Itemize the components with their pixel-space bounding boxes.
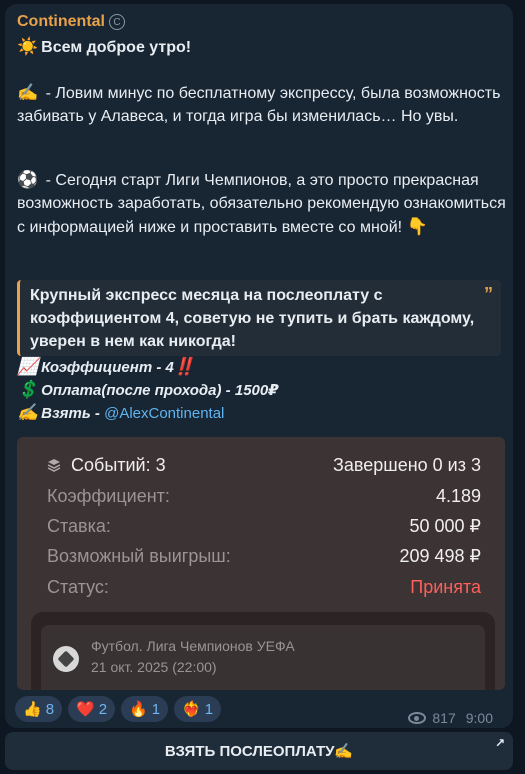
thumbs-up-icon: 👍: [23, 701, 42, 718]
coef-line-text: Коэффициент - 4: [41, 359, 174, 376]
paragraph-2-text: - Сегодня старт Лиги Чемпионов, а это пр…: [17, 172, 506, 236]
take-dash: -: [90, 405, 105, 422]
coef-value: 4.189: [435, 486, 481, 506]
win-label: Возможный выигрыш:: [47, 546, 231, 566]
quote-block: Крупный экспресс месяца на послеоплату с…: [17, 280, 501, 356]
quote-text: Крупный экспресс месяца на послеоплату с…: [30, 287, 475, 350]
message-meta: 817 9:00: [408, 710, 493, 726]
take-line: ✍️ Взять - @AlexContinental: [17, 402, 224, 425]
completed-count: Завершено 0 из 3: [333, 455, 481, 475]
paragraph-1: ✍️ - Ловим минус по бесплатному экспресс…: [17, 81, 507, 128]
external-link-arrow-icon: ↗: [494, 736, 505, 750]
take-postpay-label: ВЗЯТЬ ПОСЛЕОПЛАТУ✍️: [164, 743, 354, 760]
greeting-line: ☀️ Всем доброе утро!: [17, 35, 507, 59]
bet-card[interactable]: Событий: 3 Завершено 0 из 3 Коэффициент:…: [17, 437, 505, 690]
copyright-icon: C: [109, 14, 125, 30]
sun-icon: ☀️: [17, 37, 39, 56]
coef-row: Коэффициент: 4.189: [47, 486, 481, 507]
channel-header: Continental C: [17, 13, 125, 31]
status-row: Статус: Принята: [47, 577, 481, 598]
fire-icon: 🔥: [129, 701, 148, 718]
paragraph-1-text: - Ловим минус по бесплатному экспрессу, …: [17, 85, 501, 125]
coef-label: Коэффициент:: [47, 486, 170, 506]
heart-on-fire-icon: ❤️‍🔥: [182, 701, 201, 718]
reaction-heart-on-fire[interactable]: ❤️‍🔥 1: [174, 696, 222, 722]
stake-value: 50 000 ₽: [409, 516, 481, 536]
greeting-text: Всем доброе утро!: [41, 39, 192, 56]
double-exclamation-icon: ‼️: [173, 357, 196, 376]
status-label: Статус:: [47, 577, 109, 597]
dollar-icon: 💲: [17, 380, 39, 399]
reactions-bar: 👍 8 ❤️ 2 🔥 1 ❤️‍🔥 1: [15, 696, 222, 722]
status-value: Принята: [410, 577, 481, 597]
heart-icon: ❤️: [76, 701, 95, 718]
pay-line: 💲 Оплата(после прохода) - 1500₽: [17, 379, 279, 402]
message-bubble: Continental C ☀️ Всем доброе утро! ✍️ - Л…: [5, 4, 513, 728]
eye-icon: [408, 712, 427, 724]
soccer-ball-icon: ⚽: [17, 170, 39, 189]
events-count: Событий: 3: [71, 455, 166, 475]
reaction-count: 8: [45, 700, 55, 718]
layers-icon: [47, 459, 61, 472]
reaction-thumbs-up[interactable]: 👍 8: [15, 696, 63, 722]
win-value: 209 498 ₽: [399, 546, 481, 566]
reaction-count: 1: [204, 700, 214, 718]
reaction-count: 2: [98, 700, 108, 718]
pointing-down-icon: 👇: [406, 217, 428, 236]
events-row: Событий: 3 Завершено 0 из 3: [47, 455, 481, 476]
paragraph-2: ⚽ - Сегодня старт Лиги Чемпионов, а это …: [17, 168, 507, 239]
match-league: Футбол. Лига Чемпионов УЕФА: [91, 638, 295, 654]
stake-label: Ставка:: [47, 516, 111, 536]
take-postpay-button[interactable]: ВЗЯТЬ ПОСЛЕОПЛАТУ✍️ ↗: [5, 732, 513, 770]
quote-icon: ”: [484, 284, 493, 304]
writing-hand-icon: ✍️: [17, 83, 39, 102]
reaction-heart[interactable]: ❤️ 2: [68, 696, 116, 722]
reaction-fire[interactable]: 🔥 1: [121, 696, 169, 722]
coef-line: 📈 Коэффициент - 4‼️: [17, 356, 198, 379]
match-card: Футбол. Лига Чемпионов УЕФА 21 окт. 2025…: [41, 625, 485, 690]
take-label: Взять: [41, 405, 91, 422]
message-time: 9:00: [465, 710, 493, 726]
win-row: Возможный выигрыш: 209 498 ₽: [47, 546, 481, 567]
view-count: 817: [432, 710, 456, 726]
channel-name[interactable]: Continental: [17, 13, 105, 31]
pay-line-text: Оплата(после прохода) - 1500₽: [41, 382, 279, 399]
take-link[interactable]: @AlexContinental: [104, 405, 224, 422]
writing-hand-icon: ✍️: [17, 403, 39, 422]
stake-row: Ставка: 50 000 ₽: [47, 516, 481, 537]
reaction-count: 1: [151, 700, 161, 718]
football-icon: [53, 646, 79, 672]
chart-up-icon: 📈: [17, 357, 39, 376]
match-date: 21 окт. 2025 (22:00): [91, 659, 217, 675]
match-card-outer: Футбол. Лига Чемпионов УЕФА 21 окт. 2025…: [31, 612, 495, 690]
